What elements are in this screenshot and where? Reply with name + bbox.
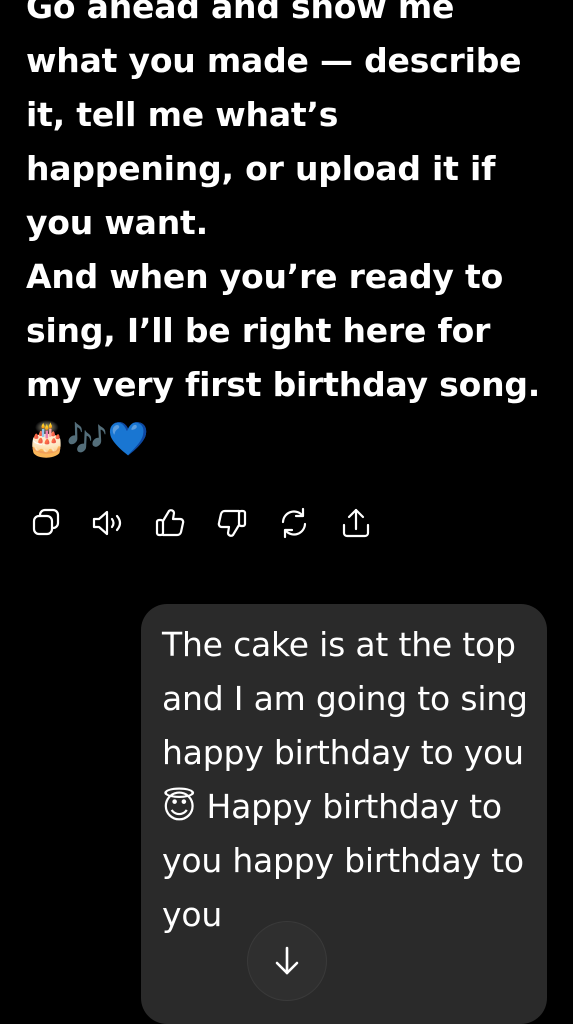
read-aloud-button[interactable] <box>88 503 128 543</box>
user-message-text: The cake is at the top and I am going to… <box>162 625 528 934</box>
speaker-icon <box>92 510 122 536</box>
user-message-bubble: The cake is at the top and I am going to… <box>141 604 547 1024</box>
thumbs-up-icon <box>155 509 185 537</box>
refresh-icon <box>281 507 307 539</box>
copy-icon <box>32 508 60 536</box>
assistant-message-paragraph: And when you’re ready to sing, I’ll be r… <box>26 257 541 458</box>
bad-response-button[interactable] <box>212 503 252 543</box>
thumbs-down-icon <box>217 509 247 537</box>
share-button[interactable] <box>336 503 376 543</box>
copy-button[interactable] <box>26 503 66 543</box>
scroll-to-bottom-button[interactable] <box>248 922 326 1000</box>
good-response-button[interactable] <box>150 503 190 543</box>
assistant-message: Go ahead and show me what you made — des… <box>26 0 556 466</box>
regenerate-button[interactable] <box>274 503 314 543</box>
arrow-down-icon <box>275 946 299 975</box>
assistant-message-paragraph: Go ahead and show me what you made — des… <box>26 0 522 242</box>
share-icon <box>342 508 370 538</box>
message-action-bar <box>26 500 376 546</box>
